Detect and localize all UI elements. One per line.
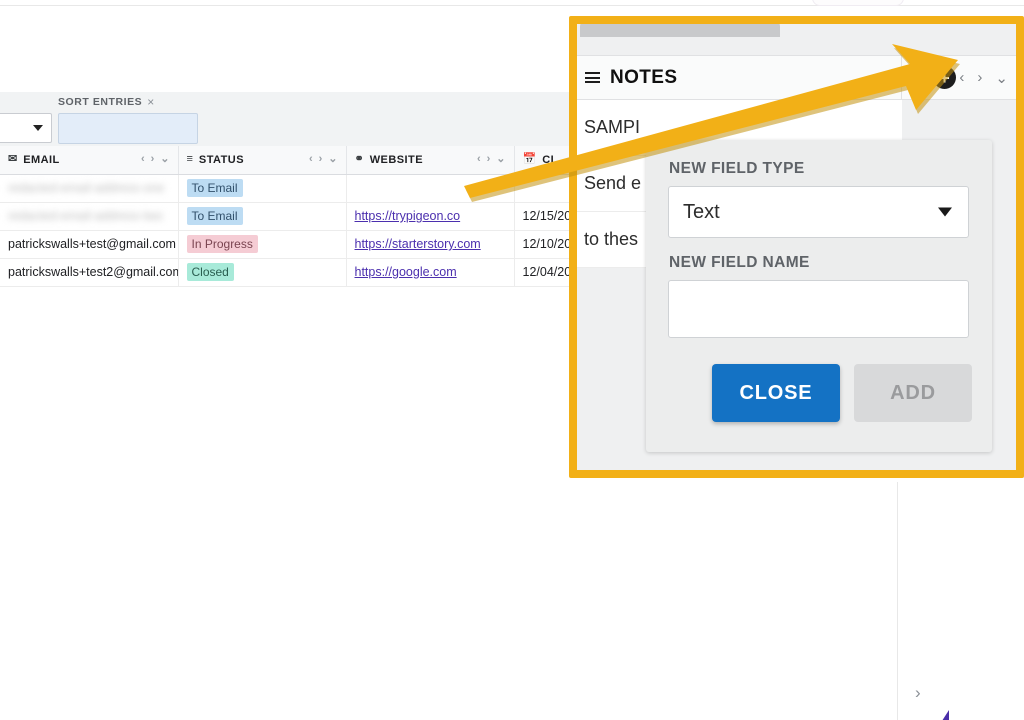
entries-table: ✉ EMAIL ‹ › ⌄ ≡ STATUS ‹ › ⌄ ⚭ WEBSITE ‹… [0, 146, 572, 287]
envelope-icon: ✉ [8, 153, 18, 166]
redacted-email: redacted-email-address-two [8, 209, 163, 223]
link-icon: ⚭ [354, 153, 364, 166]
cell-status: In Progress [178, 230, 347, 259]
cell-closed: 12/15/202 [514, 202, 572, 231]
new-field-name-label: NEW FIELD NAME [669, 254, 810, 271]
sort-by-select[interactable] [0, 113, 52, 143]
column-header-closed[interactable]: 📅 CL [514, 146, 572, 175]
cell-status: Closed [178, 258, 347, 287]
chevron-down-icon[interactable]: ⌄ [496, 154, 505, 165]
new-field-dialog: NEW FIELD TYPE Text NEW FIELD NAME CLOSE… [646, 140, 992, 452]
col-next-icon[interactable]: › [487, 154, 491, 165]
list-icon: ≡ [186, 153, 193, 166]
right-column-divider [897, 482, 898, 720]
website-link[interactable]: https://google.com [355, 265, 457, 279]
cell-closed: 12/04/202 [514, 258, 572, 287]
new-field-type-label: NEW FIELD TYPE [669, 160, 805, 177]
cell-closed: 12/10/202 [514, 230, 572, 259]
cell-email: redacted-email-address-one [0, 174, 179, 203]
cell-status: To Email [178, 174, 347, 203]
notes-header: NOTES ‹ › ⌄ [572, 55, 1024, 100]
sort-entries-label: SORT ENTRIES [58, 96, 143, 108]
cell-website [346, 174, 515, 203]
close-icon[interactable]: × [147, 96, 154, 108]
status-badge: In Progress [186, 235, 258, 253]
cell-closed [514, 174, 572, 203]
filter-bar: BY SORT ENTRIES × [0, 92, 571, 146]
chevron-down-icon[interactable]: ⌄ [160, 154, 169, 165]
column-header-website[interactable]: ⚭ WEBSITE ‹ › ⌄ [346, 146, 515, 175]
table-header-row: ✉ EMAIL ‹ › ⌄ ≡ STATUS ‹ › ⌄ ⚭ WEBSITE ‹… [0, 146, 572, 175]
table-row[interactable]: redacted-email-address-one To Email [0, 174, 572, 203]
col-prev-icon[interactable]: ‹ [477, 154, 481, 165]
add-button[interactable]: ADD [854, 364, 972, 422]
status-badge: Closed [186, 263, 234, 281]
closed-date: 12/15/202 [522, 209, 571, 223]
cell-status: To Email [178, 202, 347, 231]
table-row[interactable]: redacted-email-address-two To Email http… [0, 202, 572, 231]
sort-entries-input[interactable] [58, 113, 198, 144]
close-button[interactable]: CLOSE [712, 364, 840, 422]
col-prev-icon[interactable]: ‹ [141, 154, 145, 165]
cell-website: https://starterstory.com [346, 230, 515, 259]
chevron-down-icon [33, 125, 43, 131]
column-header-email[interactable]: ✉ EMAIL ‹ › ⌄ [0, 146, 179, 175]
column-header-label: STATUS [198, 153, 244, 166]
col-next-icon[interactable]: › [319, 154, 323, 165]
email-text: patrickswalls+test2@gmail.com [8, 265, 178, 279]
email-text: patrickswalls+test@gmail.com [8, 237, 176, 251]
closed-date: 12/04/202 [522, 265, 571, 279]
cell-website: https://trypigeon.co [346, 202, 515, 231]
website-link[interactable]: https://trypigeon.co [355, 209, 461, 223]
chevron-down-icon [938, 207, 952, 217]
col-prev-icon[interactable]: ‹ [309, 154, 313, 165]
pane-tab[interactable] [580, 21, 780, 37]
chevron-down-icon[interactable]: ⌄ [995, 69, 1008, 87]
new-field-type-select[interactable]: Text [668, 186, 969, 238]
status-badge: To Email [186, 207, 243, 225]
column-header-label: EMAIL [23, 153, 60, 166]
notes-next-icon[interactable]: › [977, 69, 982, 86]
cell-email: redacted-email-address-two [0, 202, 179, 231]
add-field-button[interactable]: + [933, 66, 956, 89]
new-field-type-value: Text [683, 200, 720, 223]
redacted-email: redacted-email-address-one [8, 181, 165, 195]
cell-email: patrickswalls+test@gmail.com [0, 230, 179, 259]
table-row[interactable]: patrickswalls+test2@gmail.com Closed htt… [0, 258, 572, 287]
sort-entries-group: SORT ENTRIES × [58, 96, 198, 144]
cell-email: patrickswalls+test2@gmail.com [0, 258, 179, 287]
screen-root: BY SORT ENTRIES × ✉ EMAIL [0, 0, 1024, 720]
column-header-status[interactable]: ≡ STATUS ‹ › ⌄ [178, 146, 347, 175]
column-header-label: CL [542, 153, 558, 166]
chevron-down-icon[interactable]: ⌄ [328, 154, 337, 165]
website-link[interactable]: https://starterstory.com [355, 237, 481, 251]
status-badge: To Email [186, 179, 243, 197]
table-row[interactable]: patrickswalls+test@gmail.com In Progress… [0, 230, 572, 259]
column-header-label: WEBSITE [369, 153, 423, 166]
chevron-right-icon[interactable]: › [915, 684, 921, 701]
top-right-partial-element [812, 0, 904, 6]
notes-prev-icon[interactable]: ‹ [959, 69, 964, 86]
closed-date: 12/10/202 [522, 237, 571, 251]
new-field-name-input[interactable] [668, 280, 969, 338]
notes-title: NOTES [610, 66, 678, 88]
purple-shape-fragment [940, 710, 956, 720]
hamburger-icon[interactable] [585, 72, 600, 83]
cell-website: https://google.com [346, 258, 515, 287]
col-next-icon[interactable]: › [151, 154, 155, 165]
sort-by-label: BY [0, 96, 52, 108]
calendar-icon: 📅 [522, 153, 537, 166]
sort-by-group: BY [0, 96, 52, 143]
